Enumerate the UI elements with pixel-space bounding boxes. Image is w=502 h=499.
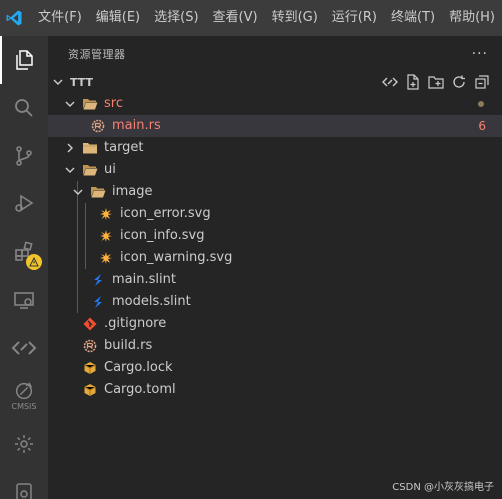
package-icon[interactable] — [0, 468, 48, 499]
workspace-section-header[interactable]: TTT — [48, 71, 502, 93]
new-folder-icon[interactable] — [428, 74, 444, 90]
chevron-right-icon[interactable] — [62, 137, 78, 159]
tree-item-label: icon_info.svg — [120, 228, 205, 243]
code-icon[interactable] — [0, 324, 48, 372]
cargo-file-icon — [82, 357, 98, 379]
menu-run[interactable]: 运行(R) — [325, 0, 384, 36]
explorer-sidebar: 资源管理器 ··· TTT src main.rs 6 target ui im… — [48, 36, 502, 499]
modified-dot-icon — [478, 101, 484, 107]
menu-bar: 文件(F) 编辑(E) 选择(S) 查看(V) 转到(G) 运行(R) 终端(T) 帮助(H) — [27, 0, 502, 36]
watermark: CSDN @小灰灰搞电子 — [392, 482, 494, 493]
remote-explorer-icon[interactable] — [0, 276, 48, 324]
git-file-icon — [82, 313, 98, 335]
cmsis-label: CMSIS — [11, 402, 37, 411]
code-link-icon[interactable] — [382, 74, 398, 90]
menu-go[interactable]: 转到(G) — [265, 0, 325, 36]
tree-item-label: Cargo.toml — [104, 382, 176, 397]
tree-item-label: icon_warning.svg — [120, 250, 233, 265]
slint-file-icon — [90, 291, 106, 313]
tree-file[interactable]: icon_info.svg — [48, 225, 502, 247]
svg-file-icon — [98, 247, 114, 269]
menu-file[interactable]: 文件(F) — [31, 0, 89, 36]
tree-item-label: .gitignore — [104, 316, 167, 331]
explorer-title: 资源管理器 — [68, 47, 126, 61]
folder-icon — [90, 181, 106, 203]
menu-help[interactable]: 帮助(H) — [442, 0, 502, 36]
workspace-title: TTT — [70, 75, 94, 89]
refresh-icon[interactable] — [451, 74, 467, 90]
tree-item-label: build.rs — [104, 338, 153, 353]
collapse-all-icon[interactable] — [474, 74, 490, 90]
tree-item-label: icon_error.svg — [120, 206, 211, 221]
vscode-logo-icon — [0, 0, 27, 36]
problem-count-badge: 6 — [478, 119, 486, 133]
rust-file-icon — [90, 115, 106, 137]
search-icon[interactable] — [0, 84, 48, 132]
tree-file[interactable]: models.slint — [48, 291, 502, 313]
tree-folder[interactable]: ui — [48, 159, 502, 181]
tree-file[interactable]: icon_warning.svg — [48, 247, 502, 269]
source-control-icon[interactable] — [0, 132, 48, 180]
more-actions-button[interactable]: ··· — [472, 46, 488, 62]
chevron-down-icon[interactable] — [62, 159, 78, 181]
tree-item-label: main.slint — [112, 272, 176, 287]
run-debug-icon[interactable] — [0, 180, 48, 228]
tree-file[interactable]: Cargo.lock — [48, 357, 502, 379]
folder-icon — [82, 93, 98, 115]
menu-selection[interactable]: 选择(S) — [147, 0, 205, 36]
tree-item-label: image — [112, 184, 153, 199]
tree-file[interactable]: Cargo.toml — [48, 379, 502, 401]
explorer-actions — [382, 71, 490, 93]
tree-item-label: src — [104, 96, 123, 111]
tree-file[interactable]: main.slint — [48, 269, 502, 291]
tree-file[interactable]: build.rs — [48, 335, 502, 357]
cargo-file-icon — [82, 379, 98, 401]
extensions-icon[interactable] — [0, 228, 48, 276]
menu-view[interactable]: 查看(V) — [206, 0, 265, 36]
tree-file[interactable]: icon_error.svg — [48, 203, 502, 225]
files-icon[interactable] — [0, 36, 48, 84]
svg-file-icon — [98, 225, 114, 247]
warning-badge-icon — [26, 254, 42, 270]
tree-folder[interactable]: src — [48, 93, 502, 115]
file-tree: src main.rs 6 target ui image icon_error.svgic… — [48, 93, 502, 401]
menu-terminal[interactable]: 终端(T) — [384, 0, 442, 36]
explorer-header: 资源管理器 ··· — [48, 36, 502, 71]
activity-bar: CMSIS — [0, 36, 48, 499]
settings-gear-icon[interactable] — [0, 420, 48, 468]
chevron-down-icon[interactable] — [70, 181, 86, 203]
cmsis-icon[interactable] — [0, 372, 48, 420]
chevron-down-icon — [50, 77, 66, 87]
rust-file-icon — [82, 335, 98, 357]
tree-item-label: models.slint — [112, 294, 191, 309]
tree-file[interactable]: main.rs 6 — [48, 115, 502, 137]
tree-item-label: main.rs — [112, 118, 161, 133]
tree-item-label: Cargo.lock — [104, 360, 173, 375]
tree-file[interactable]: .gitignore — [48, 313, 502, 335]
tree-folder[interactable]: target — [48, 137, 502, 159]
tree-folder[interactable]: image — [48, 181, 502, 203]
svg-file-icon — [98, 203, 114, 225]
folder-icon — [82, 159, 98, 181]
tree-item-label: target — [104, 140, 144, 155]
folder-icon — [82, 137, 98, 159]
title-bar: 文件(F) 编辑(E) 选择(S) 查看(V) 转到(G) 运行(R) 终端(T) 帮助(H) — [0, 0, 502, 36]
new-file-icon[interactable] — [405, 74, 421, 90]
menu-edit[interactable]: 编辑(E) — [89, 0, 147, 36]
chevron-down-icon[interactable] — [62, 93, 78, 115]
tree-item-label: ui — [104, 162, 116, 177]
slint-file-icon — [90, 269, 106, 291]
